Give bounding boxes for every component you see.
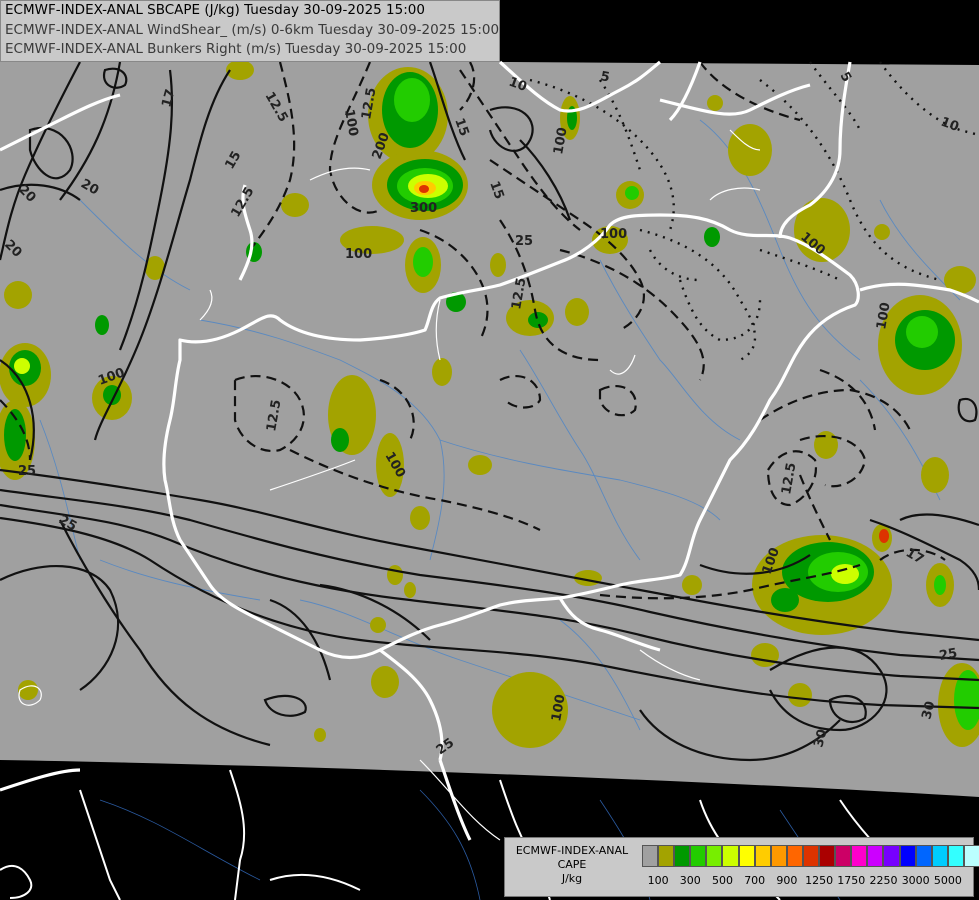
legend-swatch <box>931 845 948 867</box>
legend-swatch <box>947 845 964 867</box>
cape-legend: ECMWF-INDEX-ANAL CAPE J/kg 100 300 500 700 9… <box>504 837 979 897</box>
legend-swatch <box>754 845 771 867</box>
legend-swatch <box>770 845 787 867</box>
legend-swatch <box>915 845 932 867</box>
legend-swatch <box>674 845 691 867</box>
cape-label: 300 <box>410 201 437 216</box>
legend-swatch <box>883 845 900 867</box>
legend-tick-label: 5000 <box>933 874 962 887</box>
shear-label: 25 <box>18 464 36 479</box>
legend-swatch <box>722 845 739 867</box>
legend-swatch <box>738 845 755 867</box>
legend-tick-label: 100 <box>647 874 669 887</box>
header-line-bunkers: ECMWF-INDEX-ANAL Bunkers Right (m/s) Tue… <box>5 41 467 57</box>
legend-swatch <box>963 845 979 867</box>
data-domain <box>0 62 979 797</box>
legend-tick-label: 900 <box>776 874 798 887</box>
legend-title-param: CAPE <box>557 858 587 871</box>
cape-label: 100 <box>345 247 372 262</box>
legend-unit: J/kg <box>561 872 583 885</box>
legend-swatch <box>706 845 723 867</box>
legend-swatch <box>819 845 836 867</box>
legend-title: ECMWF-INDEX-ANAL CAPE J/kg <box>505 844 639 886</box>
cape-label: 100 <box>600 227 627 242</box>
legend-tick-label: 700 <box>744 874 766 887</box>
legend-swatch <box>786 845 803 867</box>
shear-label: 25 <box>515 234 533 249</box>
legend-tick-label: 500 <box>712 874 733 887</box>
legend-swatch <box>899 845 916 867</box>
header-line-windshear: ECMWF-INDEX-ANAL WindShear_ (m/s) 0-6km … <box>5 21 500 38</box>
legend-tick-label: 3000 <box>901 874 930 887</box>
legend-tick-label: 2250 <box>869 874 898 887</box>
header-panel: ECMWF-INDEX-ANAL SBCAPE (J/kg) Tuesday 3… <box>0 0 500 62</box>
legend-swatch <box>642 845 659 867</box>
legend-swatch <box>867 845 884 867</box>
legend-swatch <box>851 845 868 867</box>
legend-tick-label: 300 <box>679 874 701 887</box>
legend-swatch <box>690 845 707 867</box>
legend-tick-label: 1750 <box>837 874 866 887</box>
header-line-sbcape: ECMWF-INDEX-ANAL SBCAPE (J/kg) Tuesday 3… <box>5 2 425 18</box>
legend-swatch <box>658 845 675 867</box>
legend-swatch <box>835 845 852 867</box>
legend-ticks: 100 300 500 700 900 1250 1750 2250 3000 5000 <box>642 874 972 890</box>
shear-label: 25 <box>938 646 958 664</box>
weather-map: 17 20 20 25 25 25 30 30 17 20 25 25 12.5… <box>0 0 979 900</box>
legend-swatch <box>802 845 820 867</box>
legend-color-bar <box>642 845 979 867</box>
legend-tick-label: 1250 <box>805 874 834 887</box>
legend-title-model: ECMWF-INDEX-ANAL <box>515 844 629 857</box>
